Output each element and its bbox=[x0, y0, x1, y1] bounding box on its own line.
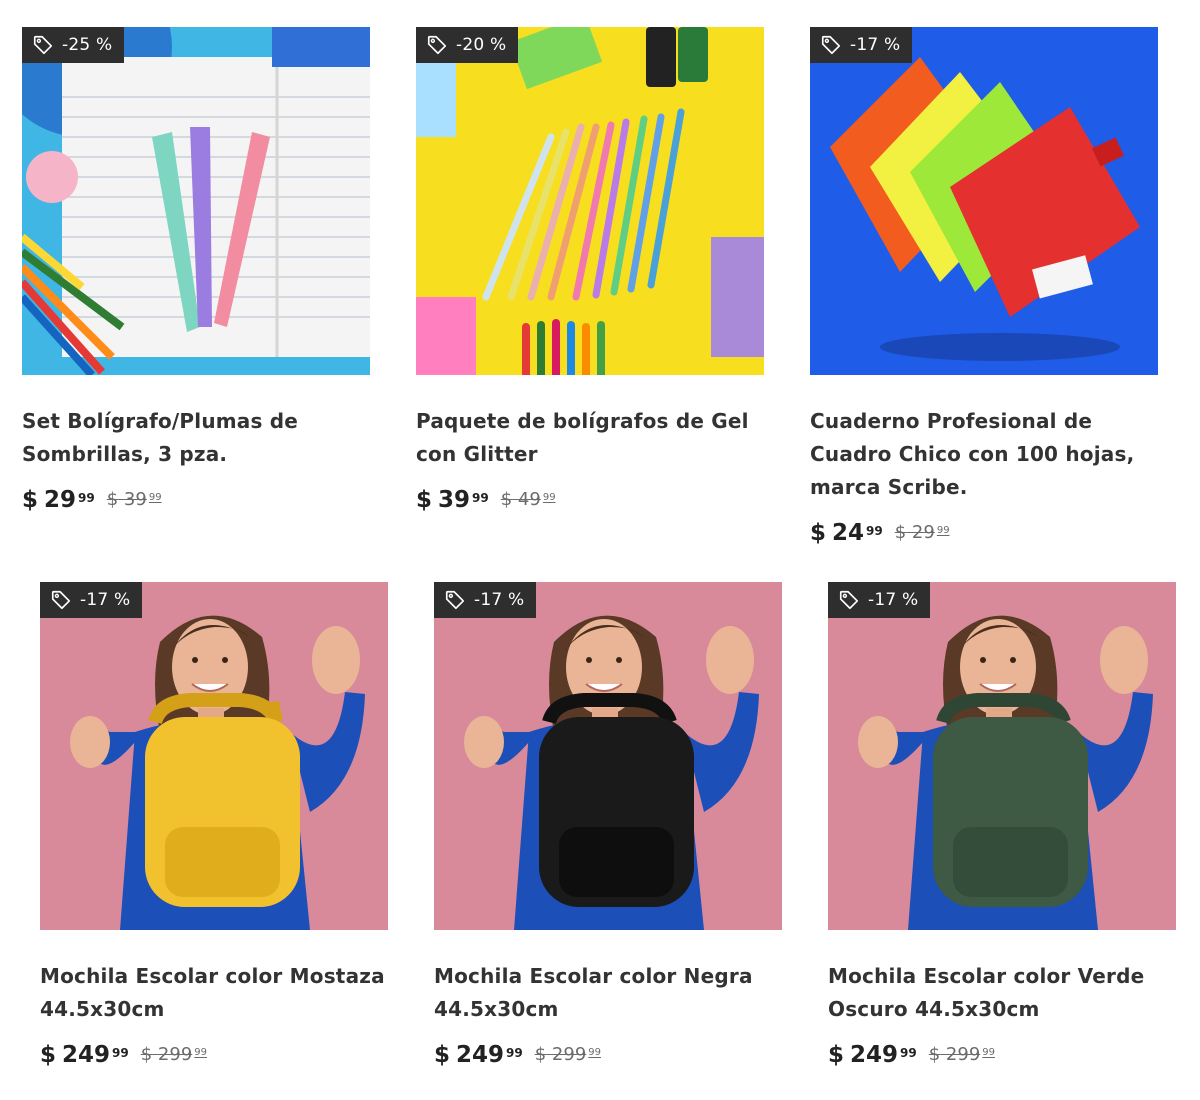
discount-badge: -25 % bbox=[22, 27, 125, 63]
product-card[interactable]: -17 % Mochila Escolar color Mostaza 44.5… bbox=[40, 582, 388, 1070]
original-price: $ 299 99 bbox=[928, 1044, 996, 1065]
price-tag-icon bbox=[50, 589, 72, 611]
discount-label: -20 % bbox=[456, 35, 507, 55]
product-image-notebooks[interactable]: -17 % bbox=[810, 27, 1158, 375]
current-price: $249 99 bbox=[40, 1042, 129, 1068]
discount-label: -17 % bbox=[850, 35, 901, 55]
product-card[interactable]: -17 % Mochila Escolar color Verde Oscuro… bbox=[828, 582, 1176, 1070]
price-row: $249 99 $ 299 99 bbox=[40, 1040, 388, 1070]
product-title[interactable]: Mochila Escolar color Verde Oscuro 44.5x… bbox=[828, 960, 1176, 1026]
backpack-model-illustration bbox=[828, 582, 1176, 930]
original-price: $ 299 99 bbox=[140, 1044, 208, 1065]
price-tag-icon bbox=[444, 589, 466, 611]
product-image-umbrella-pens[interactable]: -25 % bbox=[22, 27, 370, 375]
original-price: $ 49 99 bbox=[500, 489, 556, 510]
product-card[interactable]: -20 % Paquete de bolígrafos de Gel con G… bbox=[416, 27, 764, 515]
product-image-backpack-black[interactable]: -17 % bbox=[434, 582, 782, 930]
original-price: $ 29 99 bbox=[894, 522, 950, 543]
price-row: $249 99 $ 299 99 bbox=[828, 1040, 1176, 1070]
discount-badge: -17 % bbox=[810, 27, 913, 63]
gel-pens-illustration bbox=[416, 27, 764, 375]
price-tag-icon bbox=[820, 34, 842, 56]
price-tag-icon bbox=[32, 34, 54, 56]
product-title[interactable]: Mochila Escolar color Mostaza 44.5x30cm bbox=[40, 960, 388, 1026]
current-price: $249 99 bbox=[434, 1042, 523, 1068]
backpack-model-illustration bbox=[434, 582, 782, 930]
product-title[interactable]: Set Bolígrafo/Plumas de Sombrillas, 3 pz… bbox=[22, 405, 370, 471]
product-card[interactable]: -25 % Set Bolígrafo/Plumas de Sombrillas… bbox=[22, 27, 370, 515]
discount-label: -17 % bbox=[474, 590, 525, 610]
price-row: $249 99 $ 299 99 bbox=[434, 1040, 782, 1070]
discount-badge: -17 % bbox=[828, 582, 931, 618]
product-image-backpack-yellow[interactable]: -17 % bbox=[40, 582, 388, 930]
product-title[interactable]: Cuaderno Profesional de Cuadro Chico con… bbox=[810, 405, 1158, 504]
current-price: $29 99 bbox=[22, 487, 95, 513]
price-tag-icon bbox=[426, 34, 448, 56]
discount-label: -17 % bbox=[868, 590, 919, 610]
product-card[interactable]: -17 % Cuaderno Profesional de Cuadro Chi… bbox=[810, 27, 1158, 548]
discount-label: -25 % bbox=[62, 35, 113, 55]
original-price: $ 39 99 bbox=[106, 489, 162, 510]
discount-label: -17 % bbox=[80, 590, 131, 610]
price-row: $39 99 $ 49 99 bbox=[416, 485, 764, 515]
product-image-gel-pens[interactable]: -20 % bbox=[416, 27, 764, 375]
current-price: $24 99 bbox=[810, 520, 883, 546]
backpack-model-illustration bbox=[40, 582, 388, 930]
price-row: $29 99 $ 39 99 bbox=[22, 485, 370, 515]
original-price: $ 299 99 bbox=[534, 1044, 602, 1065]
umbrella-pens-illustration bbox=[22, 27, 370, 375]
product-image-backpack-green[interactable]: -17 % bbox=[828, 582, 1176, 930]
price-tag-icon bbox=[838, 589, 860, 611]
notebooks-illustration bbox=[810, 27, 1158, 375]
product-title[interactable]: Mochila Escolar color Negra 44.5x30cm bbox=[434, 960, 782, 1026]
current-price: $249 99 bbox=[828, 1042, 917, 1068]
discount-badge: -17 % bbox=[434, 582, 537, 618]
price-row: $24 99 $ 29 99 bbox=[810, 518, 1158, 548]
product-title[interactable]: Paquete de bolígrafos de Gel con Glitter bbox=[416, 405, 764, 471]
discount-badge: -17 % bbox=[40, 582, 143, 618]
discount-badge: -20 % bbox=[416, 27, 519, 63]
current-price: $39 99 bbox=[416, 487, 489, 513]
product-card[interactable]: -17 % Mochila Escolar color Negra 44.5x3… bbox=[434, 582, 782, 1070]
